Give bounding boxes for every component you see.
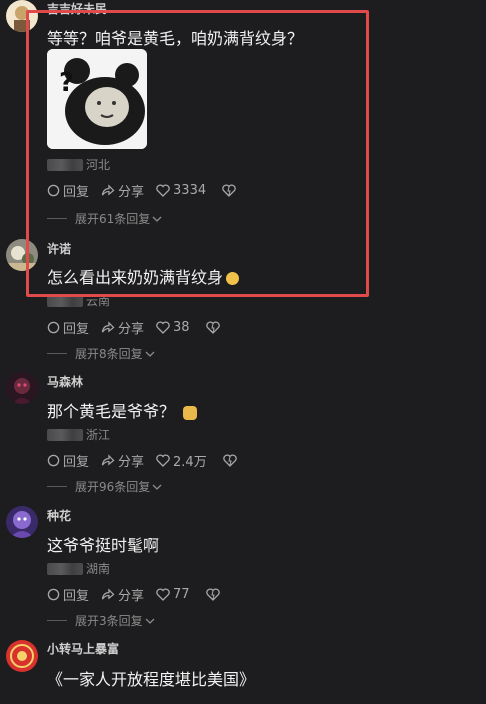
divider [47, 620, 67, 621]
dislike-icon [205, 588, 220, 601]
avatar[interactable] [6, 506, 38, 538]
avatar[interactable] [6, 640, 38, 672]
comment-text: 怎么看出来奶奶满背纹身 [47, 264, 240, 288]
action-bar: 回复 分享 77 [47, 585, 220, 604]
heart-icon [156, 321, 170, 334]
share-icon [101, 454, 115, 466]
like-count: 38 [173, 320, 190, 335]
share-button[interactable]: 分享 [101, 181, 144, 200]
comment-text: 等等？咱爷是黄毛，咱奶满背纹身？ [47, 29, 304, 48]
chevron-down-icon [152, 216, 162, 222]
comment-text: 那个黄毛是爷爷？ [47, 398, 198, 422]
location: 浙江 [47, 426, 110, 443]
reply-icon [47, 321, 60, 334]
blurred-ip [47, 562, 83, 575]
like-button[interactable]: 2.4万 [156, 451, 207, 470]
meme-image[interactable]: ? [47, 49, 147, 149]
reply-icon [47, 184, 60, 197]
share-icon [101, 588, 115, 600]
divider [47, 353, 67, 354]
dislike-button[interactable] [222, 184, 236, 197]
reply-label: 回复 [63, 455, 90, 470]
heart-icon [156, 588, 170, 601]
expand-replies[interactable]: 展开61条回复 [47, 210, 162, 227]
username[interactable]: 吉吉好未民 [47, 0, 107, 17]
emoji-icon [183, 405, 198, 420]
reply-label: 回复 [63, 589, 90, 604]
comment-text-content: 怎么看出来奶奶满背纹身 [47, 268, 224, 287]
location-text: 浙江 [86, 428, 111, 442]
location: 云南 [47, 292, 110, 309]
like-button[interactable]: 77 [156, 587, 190, 602]
expand-replies[interactable]: 展开96条回复 [47, 478, 162, 495]
blurred-ip [47, 428, 83, 441]
avatar[interactable] [6, 239, 38, 271]
action-bar: 回复 分享 3334 [47, 181, 236, 200]
username[interactable]: 许诺 [47, 240, 71, 257]
expand-replies[interactable]: 展开8条回复 [47, 345, 155, 362]
share-label: 分享 [118, 185, 145, 200]
blurred-ip [47, 158, 83, 171]
location: 湖南 [47, 560, 110, 577]
reply-button[interactable]: 回复 [47, 451, 89, 470]
username[interactable]: 小转马上暴富 [47, 640, 119, 657]
share-button[interactable]: 分享 [101, 585, 144, 604]
reply-icon [47, 454, 60, 467]
expand-label: 展开8条回复 [75, 347, 143, 361]
share-button[interactable]: 分享 [101, 318, 144, 337]
comment-text: 《一家人开放程度堪比美国》 [47, 670, 256, 689]
reply-button[interactable]: 回复 [47, 585, 89, 604]
reply-button[interactable]: 回复 [47, 318, 89, 337]
chevron-down-icon [145, 618, 155, 624]
chevron-down-icon [152, 484, 162, 490]
share-label: 分享 [118, 589, 145, 604]
like-count: 77 [173, 587, 190, 602]
avatar[interactable] [6, 0, 38, 32]
reply-label: 回复 [63, 322, 90, 337]
username[interactable]: 种花 [47, 507, 71, 524]
username[interactable]: 马森林 [47, 373, 83, 390]
share-icon [101, 321, 115, 333]
comment-text: 这爷爷挺时髦啊 [47, 536, 160, 555]
chevron-down-icon [145, 351, 155, 357]
share-icon [101, 184, 115, 196]
action-bar: 回复 分享 38 [47, 318, 220, 337]
dislike-icon [222, 454, 237, 467]
location-text: 湖南 [86, 562, 111, 576]
svg-text:?: ? [59, 68, 74, 98]
location-text: 云南 [86, 294, 111, 308]
like-button[interactable]: 38 [156, 320, 190, 335]
dislike-button[interactable] [205, 321, 220, 334]
like-count: 3334 [173, 183, 207, 198]
location-text: 河北 [86, 158, 111, 172]
expand-label: 展开3条回复 [75, 614, 143, 628]
dislike-icon [205, 321, 220, 334]
comment-section: 吉吉好未民 等等？咱爷是黄毛，咱奶满背纹身？ ? 河北 回复 分享 3334 展… [0, 0, 486, 704]
dislike-button[interactable] [222, 454, 237, 467]
reply-label: 回复 [63, 185, 90, 200]
share-button[interactable]: 分享 [101, 451, 144, 470]
like-button[interactable]: 3334 [156, 183, 206, 198]
emoji-icon [226, 272, 240, 285]
dislike-icon [222, 184, 236, 197]
comment-text-content: 那个黄毛是爷爷？ [47, 402, 176, 421]
divider [47, 486, 67, 487]
blurred-ip [47, 294, 83, 307]
divider [47, 218, 67, 219]
share-label: 分享 [118, 322, 145, 337]
expand-label: 展开96条回复 [75, 480, 151, 494]
avatar[interactable] [6, 372, 38, 404]
expand-label: 展开61条回复 [75, 212, 151, 226]
location: 河北 [47, 156, 110, 173]
share-label: 分享 [118, 455, 145, 470]
like-count: 2.4万 [173, 455, 207, 470]
expand-replies[interactable]: 展开3条回复 [47, 612, 155, 629]
reply-icon [47, 588, 60, 601]
reply-button[interactable]: 回复 [47, 181, 89, 200]
heart-icon [156, 184, 170, 197]
heart-icon [156, 454, 170, 467]
dislike-button[interactable] [205, 588, 220, 601]
action-bar: 回复 分享 2.4万 [47, 451, 237, 470]
